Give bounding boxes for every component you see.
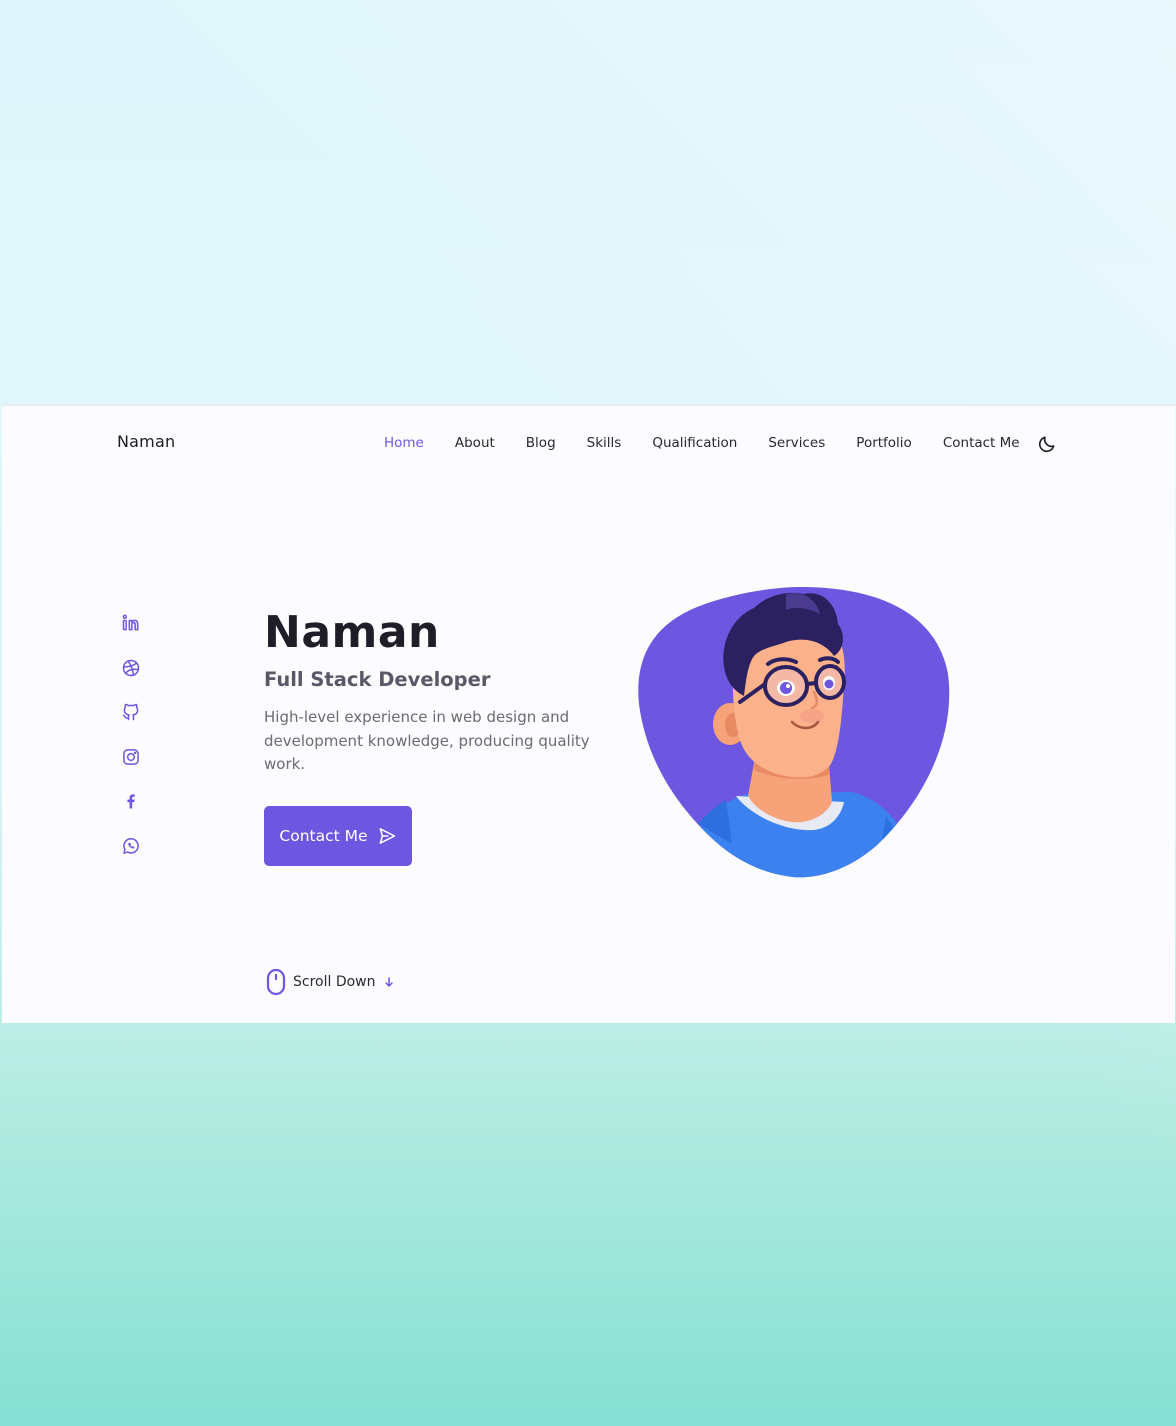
dribbble-icon[interactable] [120,657,142,679]
instagram-icon[interactable] [120,746,142,768]
hero-name: Naman [264,607,440,658]
facebook-icon[interactable] [120,790,142,812]
nav-item-contact[interactable]: Contact Me [943,435,1020,451]
nav-item-qualification[interactable]: Qualification [652,435,737,451]
arrow-down-icon [383,976,395,988]
hero-role: Full Stack Developer [264,668,491,691]
moon-icon[interactable] [1037,434,1057,454]
avatar-illustration [636,584,952,880]
nav-item-skills[interactable]: Skills [587,435,622,451]
nav-item-home[interactable]: Home [384,435,424,451]
social-links [120,612,144,879]
brand-logo[interactable]: Naman [117,432,175,451]
whatsapp-icon[interactable] [120,835,142,857]
linkedin-icon[interactable] [120,612,142,634]
nav-item-about[interactable]: About [455,435,495,451]
scroll-down-link[interactable]: Scroll Down [266,968,395,996]
hero-description: High-level experience in web design and … [264,708,590,773]
mouse-icon [266,968,286,996]
main-nav: Home About Blog Skills Qualification Ser… [384,433,1051,453]
nav-item-portfolio[interactable]: Portfolio [856,435,912,451]
contact-me-button-label: Contact Me [279,827,368,845]
scroll-down-label: Scroll Down [293,974,376,990]
github-icon[interactable] [120,701,142,723]
portfolio-page: Naman Home About Blog Skills Qualificati… [2,404,1175,1023]
contact-me-button[interactable]: Contact Me [264,806,412,866]
send-icon [377,826,397,846]
nav-item-services[interactable]: Services [768,435,825,451]
nav-item-blog[interactable]: Blog [526,435,556,451]
